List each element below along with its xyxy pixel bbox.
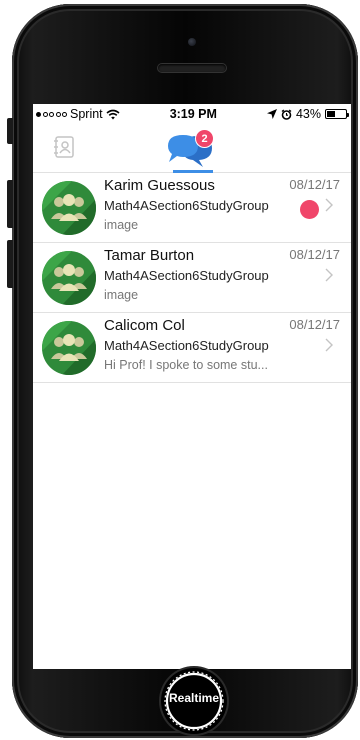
mute-switch <box>7 118 13 144</box>
battery-icon <box>325 109 349 119</box>
group-name: Math4ASection6StudyGroup <box>104 338 269 353</box>
contact-name: Calicom Col <box>104 317 185 334</box>
status-right: 43% <box>266 107 349 121</box>
conversation-row[interactable]: Tamar Burton Math4ASection6StudyGroup im… <box>33 243 351 313</box>
home-button[interactable]: Realtime <box>161 668 227 734</box>
tab-contacts[interactable] <box>53 135 77 159</box>
carrier-name: Sprint <box>70 107 103 121</box>
battery-percent: 43% <box>295 107 321 121</box>
status-left: Sprint <box>36 107 120 121</box>
alarm-clock-icon <box>281 108 292 120</box>
location-arrow-icon <box>266 109 277 119</box>
volume-down-button <box>7 240 13 288</box>
chevron-right-icon <box>325 198 333 212</box>
volume-up-button <box>7 180 13 228</box>
wifi-icon <box>106 109 120 119</box>
battery-fill <box>327 111 335 117</box>
message-date: 08/12/17 <box>289 317 340 332</box>
contact-name: Karim Guessous <box>104 177 215 194</box>
app-screen: Sprint 3:19 PM 43% 2 Karim Guessous Math… <box>33 104 351 669</box>
message-date: 08/12/17 <box>289 177 340 192</box>
group-icon <box>42 181 96 235</box>
group-avatar <box>42 321 96 375</box>
unread-indicator <box>300 200 319 219</box>
group-avatar <box>42 251 96 305</box>
message-preview: image <box>104 218 139 232</box>
chevron-right-icon <box>325 268 333 282</box>
home-label: Realtime <box>168 691 220 705</box>
status-bar: Sprint 3:19 PM 43% <box>33 104 351 124</box>
group-avatar <box>42 181 96 235</box>
contact-name: Tamar Burton <box>104 247 195 264</box>
conversation-row[interactable]: Karim Guessous Math4ASection6StudyGroup … <box>33 173 351 243</box>
chats-badge: 2 <box>195 129 214 148</box>
signal-dots-icon <box>36 111 67 117</box>
tab-bar: 2 <box>33 124 351 173</box>
status-time: 3:19 PM <box>169 107 217 121</box>
message-preview: image <box>104 288 139 302</box>
conversation-list: Karim Guessous Math4ASection6StudyGroup … <box>33 173 351 383</box>
group-name: Math4ASection6StudyGroup <box>104 198 269 213</box>
conversation-row[interactable]: Calicom Col Math4ASection6StudyGroup Hi … <box>33 313 351 383</box>
message-preview: Hi Prof! I spoke to some stu... <box>104 358 268 372</box>
contacts-icon <box>54 136 74 158</box>
group-name: Math4ASection6StudyGroup <box>104 268 269 283</box>
earpiece-speaker <box>158 64 226 72</box>
front-camera <box>188 38 196 46</box>
group-icon <box>42 321 96 375</box>
chevron-right-icon <box>325 338 333 352</box>
group-icon <box>42 251 96 305</box>
message-date: 08/12/17 <box>289 247 340 262</box>
